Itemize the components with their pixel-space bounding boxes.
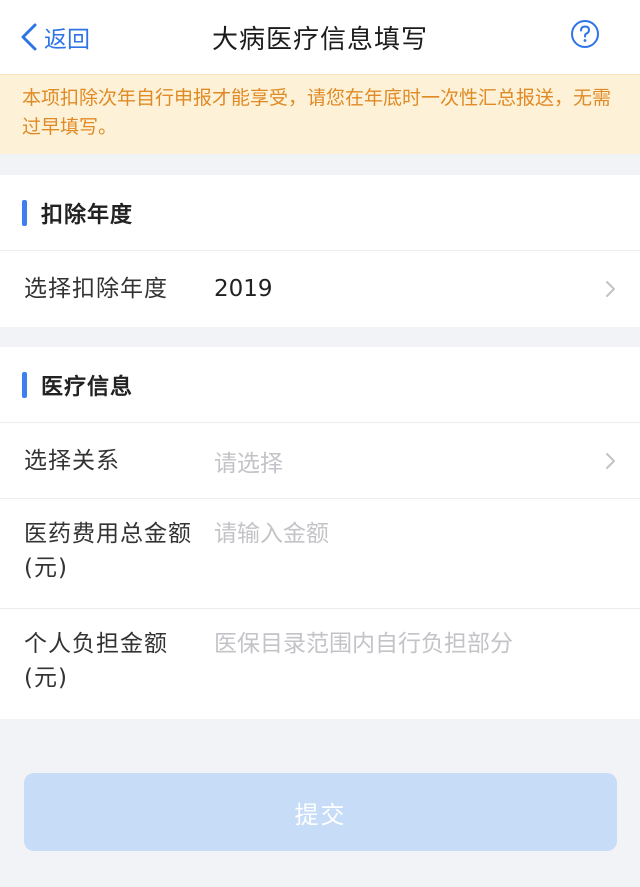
notice-banner: 本项扣除次年自行申报才能享受，请您在年底时一次性汇总报送，无需过早填写。: [0, 74, 640, 154]
question-circle-icon: [571, 20, 599, 48]
relation-label: 选择关系: [24, 447, 120, 474]
deduction-year-label: 选择扣除年度: [24, 276, 168, 302]
help-button[interactable]: [570, 19, 600, 49]
chevron-left-icon: [21, 23, 37, 51]
section-title: 扣除年度: [41, 202, 134, 228]
deduction-year-section: 扣除年度 选择扣除年度 2019: [0, 175, 640, 327]
section-accent-bar: [22, 199, 27, 226]
deduction-year-value: 2019: [214, 276, 273, 302]
chevron-right-icon: [606, 452, 615, 469]
personal-amount-label: 个人负担金额(元): [24, 631, 168, 691]
section-header: 扣除年度: [0, 175, 640, 251]
deduction-year-row[interactable]: 选择扣除年度 2019: [0, 251, 640, 327]
nav-bar: 返回 大病医疗信息填写: [0, 0, 640, 74]
relation-select[interactable]: 请选择: [214, 444, 614, 478]
section-accent-bar: [22, 371, 27, 398]
personal-amount-row[interactable]: 个人负担金额(元): [0, 609, 640, 719]
medical-info-section: 医疗信息 选择关系 请选择 医药费用总金额(元) 个人负担金额(元): [0, 347, 640, 719]
total-amount-row[interactable]: 医药费用总金额(元): [0, 499, 640, 609]
back-button[interactable]: 返回: [18, 0, 90, 74]
section-title: 医疗信息: [41, 374, 134, 400]
section-header: 医疗信息: [0, 347, 640, 423]
submit-button[interactable]: 提交: [24, 773, 617, 851]
total-amount-input[interactable]: [214, 517, 614, 551]
personal-amount-input[interactable]: [214, 627, 614, 661]
back-button-label: 返回: [44, 27, 90, 53]
total-amount-label: 医药费用总金额(元): [24, 521, 192, 581]
chevron-right-icon: [606, 281, 615, 297]
page-title: 大病医疗信息填写: [211, 24, 428, 55]
relation-row[interactable]: 选择关系 请选择: [0, 423, 640, 499]
